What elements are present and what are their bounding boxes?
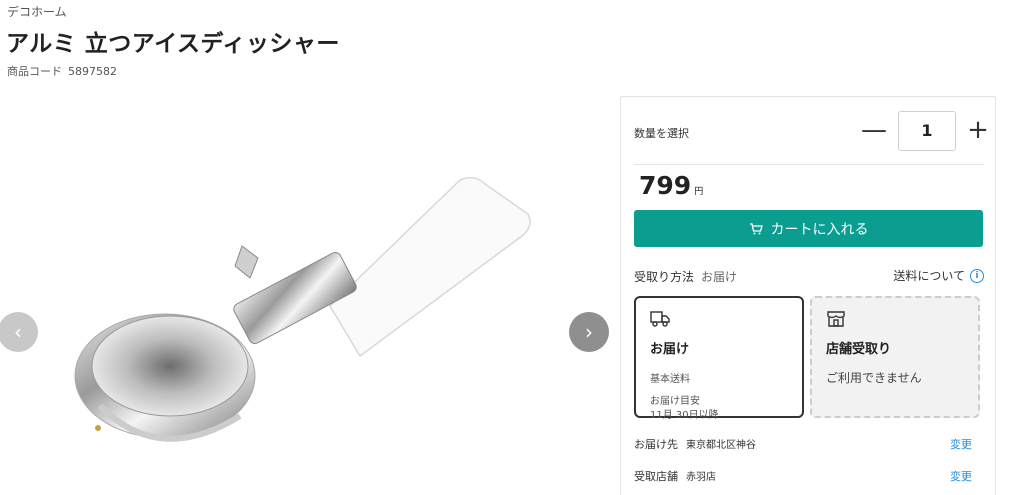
- quantity-label: 数量を選択: [634, 127, 689, 140]
- product-code: 商品コード 5897582: [7, 63, 117, 79]
- cart-icon: [749, 222, 763, 234]
- add-to-cart-label: カートに入れる: [770, 221, 869, 238]
- delivery-option-eta: お届け目安 11月 30日以降: [650, 395, 788, 423]
- divider: [634, 164, 984, 165]
- quantity-decrease-button[interactable]: —: [860, 117, 888, 145]
- pickup-store-value: 赤羽店: [686, 472, 716, 483]
- quantity-input[interactable]: 1: [898, 111, 956, 151]
- delivery-option-title: お届け: [650, 342, 690, 357]
- price: 799 円: [639, 171, 703, 200]
- store-icon: [827, 311, 845, 327]
- chevron-left-icon: ‹: [14, 320, 22, 344]
- purchase-panel: 数量を選択 — 1 + 799 円 カートに入れる 受取り方法 お届け 送料につい…: [620, 96, 996, 495]
- add-to-cart-button[interactable]: カートに入れる: [634, 210, 983, 247]
- store-pickup-unavailable: ご利用できません: [826, 371, 922, 385]
- change-address-link[interactable]: 変更: [950, 436, 972, 452]
- delivery-address-label: お届け先: [634, 438, 678, 451]
- receive-method-value: お届け: [701, 270, 738, 284]
- store-pickup-option: 店舗受取り ご利用できません: [810, 296, 980, 418]
- delivery-option[interactable]: お届け 基本送料 お届け目安 11月 30日以降: [634, 296, 804, 421]
- delivery-option-fee: 基本送料: [650, 374, 690, 385]
- product-gallery: ‹ ›: [0, 96, 612, 495]
- delivery-address-value: 東京都北区神谷: [686, 440, 756, 451]
- shipping-info-label: 送料について: [893, 269, 965, 283]
- prev-image-button[interactable]: ‹: [0, 312, 38, 352]
- delivery-eta-label: お届け目安: [650, 396, 700, 407]
- store-pickup-title: 店舗受取り: [826, 342, 892, 357]
- truck-icon: [650, 311, 670, 327]
- pickup-store-label: 受取店舗: [634, 470, 678, 483]
- change-store-link[interactable]: 変更: [950, 468, 972, 484]
- receive-method-label: 受取り方法: [634, 270, 695, 284]
- product-title: アルミ 立つアイスディッシャー: [6, 31, 340, 57]
- product-code-value: 5897582: [68, 65, 117, 78]
- chevron-right-icon: ›: [585, 320, 593, 344]
- next-image-button[interactable]: ›: [569, 312, 609, 352]
- product-image: [74, 177, 531, 442]
- delivery-eta-date: 11月 30日以降: [650, 410, 719, 421]
- price-currency: 円: [694, 187, 704, 197]
- price-value: 799: [639, 171, 692, 200]
- quantity-increase-button[interactable]: +: [964, 117, 992, 145]
- quantity-selector: 数量を選択 — 1 +: [634, 111, 989, 153]
- shipping-info-link[interactable]: 送料について i: [893, 267, 984, 284]
- brand-name[interactable]: デコホーム: [7, 3, 67, 20]
- info-icon: i: [970, 268, 984, 283]
- product-code-label: 商品コード: [7, 65, 62, 78]
